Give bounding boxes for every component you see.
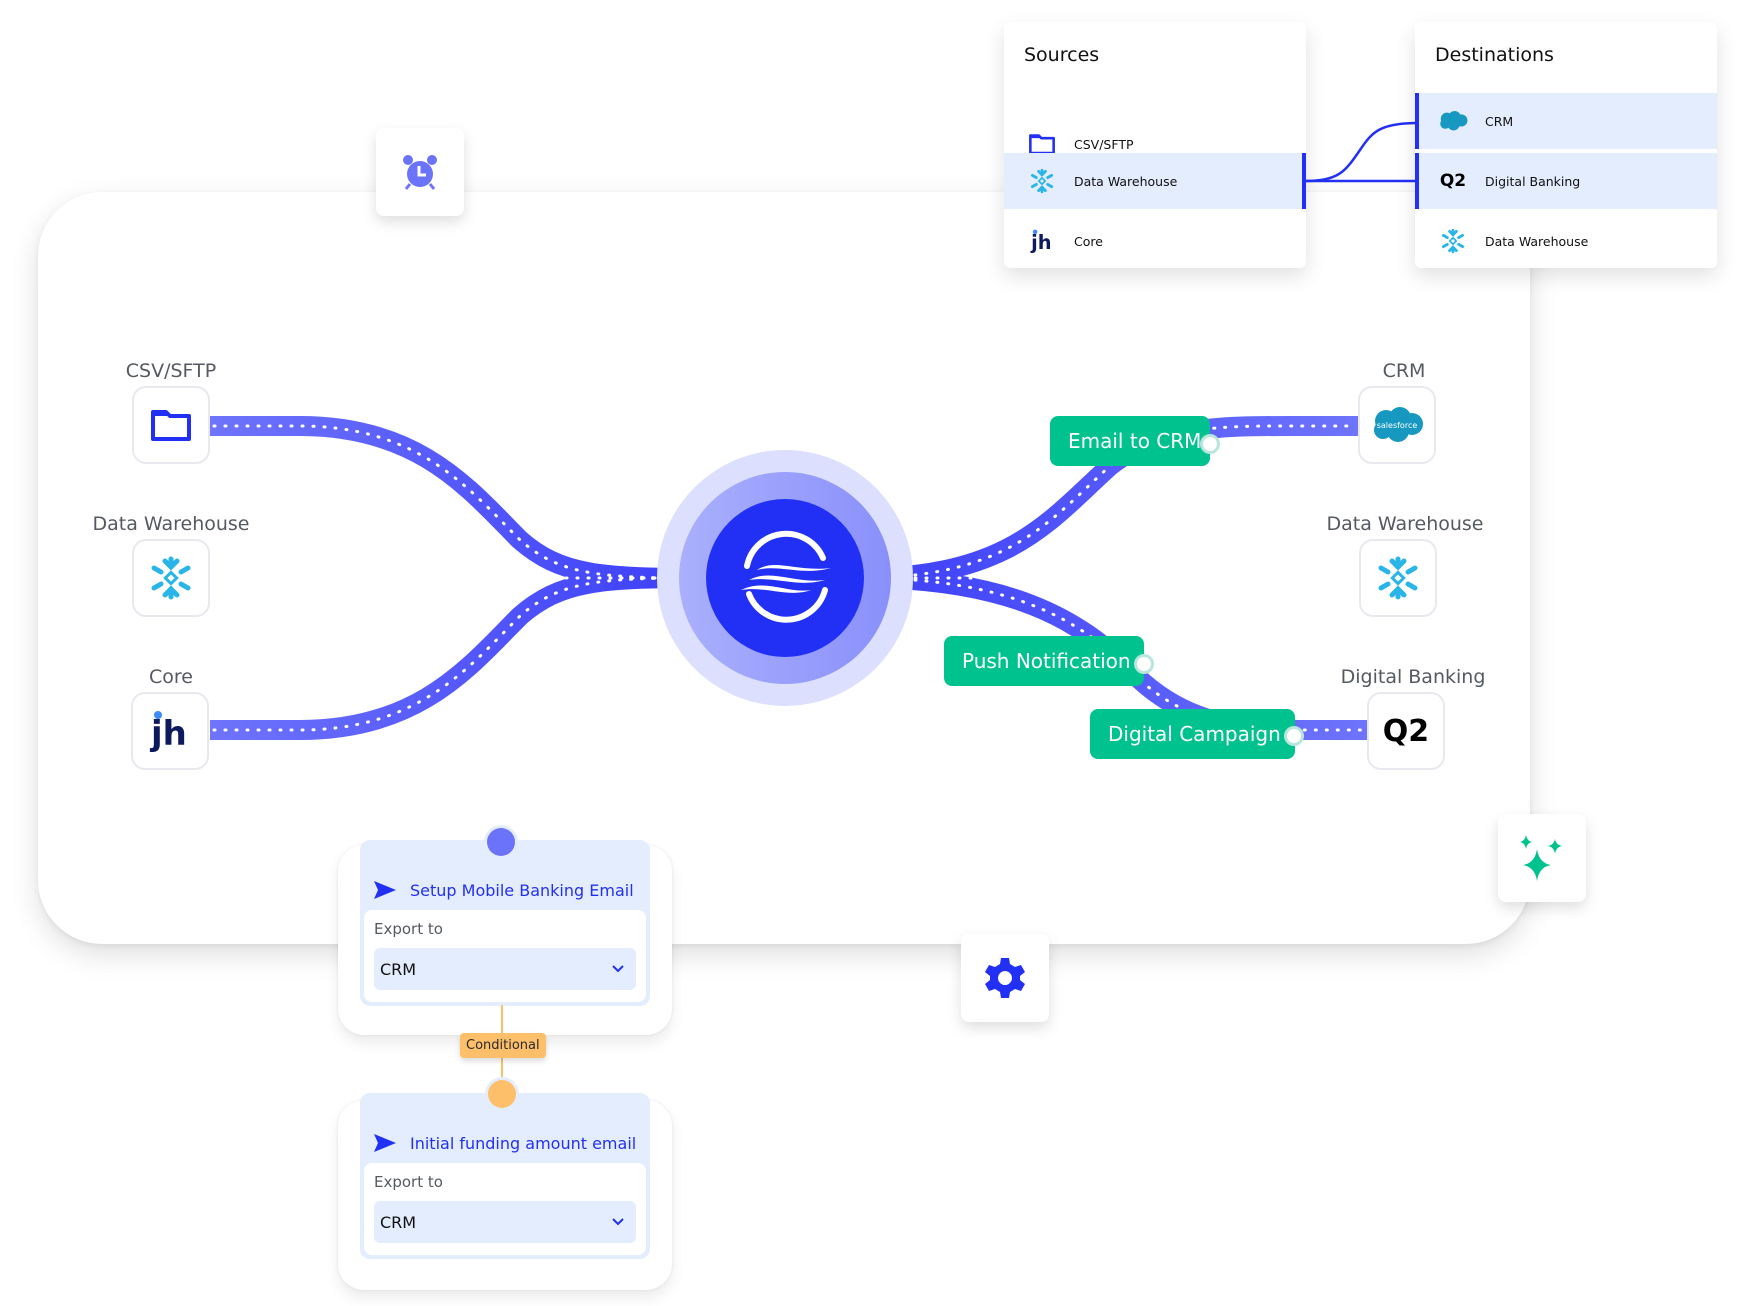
snowflake-icon xyxy=(1030,168,1054,194)
folder-icon xyxy=(1029,134,1055,155)
connector-handle[interactable] xyxy=(1200,434,1220,454)
dest-label-crm: CRM xyxy=(1382,360,1426,382)
dest-node-digital-banking[interactable]: Q2 xyxy=(1367,692,1445,770)
workflow-step-title: Setup Mobile Banking Email xyxy=(410,880,634,900)
svg-text:salesforce: salesforce xyxy=(1377,421,1418,430)
q2-logo-icon: Q2 xyxy=(1382,713,1430,749)
source-node-core[interactable]: jh xyxy=(131,692,209,770)
export-label: Export to xyxy=(374,920,443,938)
send-icon xyxy=(374,1134,396,1152)
step-input-handle[interactable] xyxy=(487,828,515,856)
source-label-csv: CSV/SFTP xyxy=(125,360,217,382)
panel-connector-lines xyxy=(1305,121,1419,183)
gear-icon xyxy=(985,958,1025,998)
selection-bar xyxy=(1415,93,1419,149)
destinations-item-crm[interactable]: CRM xyxy=(1415,93,1717,149)
sources-item-dw[interactable]: Data Warehouse xyxy=(1004,153,1306,209)
step-input-handle[interactable] xyxy=(488,1080,516,1108)
sources-panel-title: Sources xyxy=(1024,44,1100,66)
action-label: Push Notification xyxy=(962,649,1131,673)
source-node-dw[interactable] xyxy=(132,539,210,617)
dest-label-digital-banking: Digital Banking xyxy=(1340,666,1486,688)
ai-assist-button[interactable] xyxy=(1498,814,1586,902)
svg-text:jh: jh xyxy=(1030,231,1051,254)
dest-label-dw: Data Warehouse xyxy=(1326,513,1484,535)
connector-handle[interactable] xyxy=(1134,654,1154,674)
source-node-csv[interactable] xyxy=(132,386,210,464)
chevron-down-icon xyxy=(612,1218,624,1226)
folder-icon xyxy=(151,410,191,441)
settings-button[interactable] xyxy=(961,934,1049,1022)
destinations-item-label: CRM xyxy=(1485,113,1514,129)
export-label: Export to xyxy=(374,1173,443,1191)
path-csv xyxy=(210,416,701,588)
dest-node-dw[interactable] xyxy=(1359,539,1437,617)
selection-bar xyxy=(1415,153,1419,209)
salesforce-icon xyxy=(1440,111,1468,131)
sparkles-icon xyxy=(1520,835,1562,881)
workflow-step-1[interactable]: Setup Mobile Banking Email Export to CRM xyxy=(360,840,650,1006)
workflow-step-2[interactable]: Initial funding amount email Export to C… xyxy=(360,1093,650,1259)
destinations-item-label: Digital Banking xyxy=(1485,173,1581,189)
sources-item-label: Data Warehouse xyxy=(1074,173,1178,189)
snowflake-icon xyxy=(1441,228,1465,254)
export-select-value: CRM xyxy=(380,959,417,979)
source-label-dw: Data Warehouse xyxy=(92,513,250,535)
jh-logo-icon: jh xyxy=(149,711,187,753)
sources-item-label: Core xyxy=(1074,233,1103,249)
sources-panel: Sources CSV/SFTP Data Warehouse jh Core xyxy=(1004,22,1306,268)
connector-handle[interactable] xyxy=(1284,726,1304,746)
destinations-panel-title: Destinations xyxy=(1435,44,1554,66)
q2-logo-icon: Q2 xyxy=(1439,171,1467,191)
snowflake-icon xyxy=(151,556,191,600)
waves-logo-icon xyxy=(741,530,831,623)
sources-item-label: CSV/SFTP xyxy=(1074,136,1134,152)
hub-core[interactable] xyxy=(706,499,864,657)
salesforce-icon: salesforce xyxy=(1374,407,1423,442)
svg-text:jh: jh xyxy=(149,714,187,753)
snowflake-icon xyxy=(1378,556,1418,600)
workflow-step-title: Initial funding amount email xyxy=(410,1133,637,1153)
send-icon xyxy=(374,881,396,899)
sources-item-core[interactable]: jh Core xyxy=(1004,213,1306,269)
action-label: Digital Campaign xyxy=(1108,722,1281,746)
export-select[interactable]: CRM xyxy=(374,1201,636,1243)
destinations-item-digital-banking[interactable]: Q2 Digital Banking xyxy=(1415,153,1717,209)
destinations-panel: Destinations CRM Q2 Digital Banking Data… xyxy=(1415,22,1717,268)
destinations-item-label: Data Warehouse xyxy=(1485,233,1589,249)
source-label-core: Core xyxy=(149,666,193,688)
jh-logo-icon: jh xyxy=(1030,229,1052,254)
action-push-notification[interactable]: Push Notification xyxy=(944,636,1144,686)
destinations-item-dw[interactable]: Data Warehouse xyxy=(1415,213,1717,269)
export-select[interactable]: CRM xyxy=(374,948,636,990)
conditional-badge[interactable]: Conditional xyxy=(460,1033,546,1058)
action-email-to-crm[interactable]: Email to CRM xyxy=(1050,416,1210,466)
export-select-value: CRM xyxy=(380,1212,417,1232)
chevron-down-icon xyxy=(612,965,624,973)
action-label: Email to CRM xyxy=(1068,429,1202,453)
action-digital-campaign[interactable]: Digital Campaign xyxy=(1090,709,1295,759)
dest-node-crm[interactable]: salesforce xyxy=(1358,386,1436,464)
path-core xyxy=(210,568,701,740)
